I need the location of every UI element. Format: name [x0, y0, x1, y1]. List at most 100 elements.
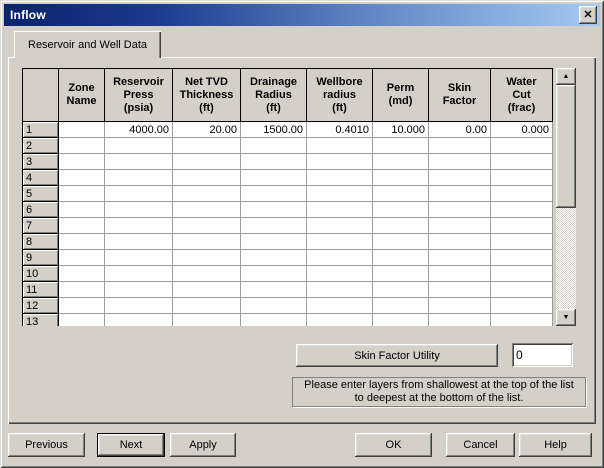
grid-cell[interactable]: [372, 153, 429, 170]
grid-cell[interactable]: [58, 169, 105, 186]
grid-cell[interactable]: [490, 233, 553, 250]
apply-button[interactable]: Apply: [170, 433, 236, 457]
next-button[interactable]: Next: [97, 433, 165, 457]
close-button[interactable]: ✕: [579, 6, 597, 24]
grid-cell[interactable]: [306, 233, 373, 250]
grid-cell[interactable]: [372, 217, 429, 234]
grid-cell[interactable]: [172, 249, 241, 266]
row-header[interactable]: 13: [22, 313, 59, 326]
grid-cell[interactable]: [490, 265, 553, 282]
grid-cell[interactable]: [58, 313, 105, 326]
grid-cell[interactable]: [428, 233, 491, 250]
grid-cell[interactable]: [490, 137, 553, 154]
grid-cell[interactable]: [306, 281, 373, 298]
grid-cell[interactable]: [172, 313, 241, 326]
row-header[interactable]: 11: [22, 281, 59, 298]
grid-cell[interactable]: [58, 217, 105, 234]
grid-cell[interactable]: [240, 201, 307, 218]
cancel-button[interactable]: Cancel: [446, 433, 515, 457]
grid-cell[interactable]: [306, 153, 373, 170]
previous-button[interactable]: Previous: [8, 433, 85, 457]
row-header[interactable]: 2: [22, 137, 59, 154]
row-header[interactable]: 9: [22, 249, 59, 266]
grid-cell[interactable]: [490, 185, 553, 202]
grid-cell[interactable]: [240, 153, 307, 170]
grid-cell[interactable]: [306, 217, 373, 234]
grid-cell[interactable]: [172, 201, 241, 218]
grid-cell[interactable]: [428, 281, 491, 298]
grid-cell[interactable]: [428, 313, 491, 326]
grid-cell[interactable]: 10.000: [372, 121, 429, 138]
grid-cell[interactable]: [372, 313, 429, 326]
grid-cell[interactable]: [240, 281, 307, 298]
grid-cell[interactable]: [240, 249, 307, 266]
grid-cell[interactable]: [172, 137, 241, 154]
help-button[interactable]: Help: [519, 433, 592, 457]
grid-cell[interactable]: [58, 185, 105, 202]
grid-cell[interactable]: [490, 281, 553, 298]
grid-cell[interactable]: [58, 265, 105, 282]
grid-cell[interactable]: [428, 153, 491, 170]
grid-cell[interactable]: [172, 217, 241, 234]
grid-cell[interactable]: [490, 169, 553, 186]
grid-cell[interactable]: [58, 281, 105, 298]
grid-cell[interactable]: [240, 217, 307, 234]
grid-cell[interactable]: 20.00: [172, 121, 241, 138]
grid-cell[interactable]: [104, 137, 173, 154]
grid-cell[interactable]: [490, 217, 553, 234]
grid-cell[interactable]: 1500.00: [240, 121, 307, 138]
grid-cell[interactable]: 0.4010: [306, 121, 373, 138]
grid-cell[interactable]: [240, 297, 307, 314]
grid-cell[interactable]: [372, 169, 429, 186]
grid-cell[interactable]: [372, 281, 429, 298]
tab-reservoir-and-well-data[interactable]: Reservoir and Well Data: [14, 31, 162, 58]
grid-cell[interactable]: [428, 137, 491, 154]
grid-cell[interactable]: [240, 137, 307, 154]
grid-cell[interactable]: [490, 153, 553, 170]
row-header[interactable]: 1: [22, 121, 59, 138]
skin-factor-utility-button[interactable]: Skin Factor Utility: [296, 344, 498, 367]
grid-cell[interactable]: [104, 297, 173, 314]
row-header[interactable]: 12: [22, 297, 59, 314]
grid-cell[interactable]: [428, 249, 491, 266]
grid-cell[interactable]: [428, 265, 491, 282]
row-header[interactable]: 7: [22, 217, 59, 234]
grid-cell[interactable]: 0.00: [428, 121, 491, 138]
scroll-up-button[interactable]: ▲: [556, 68, 576, 85]
grid-cell[interactable]: [306, 185, 373, 202]
grid-cell[interactable]: [428, 297, 491, 314]
vertical-scrollbar[interactable]: ▲ ▼: [556, 68, 576, 326]
grid-cell[interactable]: [372, 185, 429, 202]
grid-cell[interactable]: [104, 153, 173, 170]
grid-cell[interactable]: [240, 185, 307, 202]
grid-cell[interactable]: [306, 249, 373, 266]
grid-cell[interactable]: [104, 185, 173, 202]
grid-cell[interactable]: [372, 201, 429, 218]
grid-cell[interactable]: 0.000: [490, 121, 553, 138]
grid-cell[interactable]: [58, 297, 105, 314]
grid-cell[interactable]: [58, 121, 105, 138]
grid-cell[interactable]: [306, 265, 373, 282]
grid-cell[interactable]: [306, 169, 373, 186]
grid-cell[interactable]: [372, 265, 429, 282]
grid-cell[interactable]: [58, 201, 105, 218]
grid-cell[interactable]: [172, 233, 241, 250]
grid-cell[interactable]: [172, 169, 241, 186]
grid-cell[interactable]: 4000.00: [104, 121, 173, 138]
row-header[interactable]: 3: [22, 153, 59, 170]
grid-cell[interactable]: [104, 169, 173, 186]
scrollbar-thumb[interactable]: [556, 85, 576, 208]
row-header[interactable]: 8: [22, 233, 59, 250]
grid-cell[interactable]: [172, 185, 241, 202]
grid-cell[interactable]: [490, 201, 553, 218]
grid-cell[interactable]: [372, 249, 429, 266]
grid-cell[interactable]: [240, 313, 307, 326]
grid-cell[interactable]: [104, 281, 173, 298]
grid-cell[interactable]: [58, 137, 105, 154]
grid-cell[interactable]: [104, 201, 173, 218]
grid-cell[interactable]: [306, 313, 373, 326]
grid-cell[interactable]: [428, 185, 491, 202]
scrollbar-track[interactable]: [556, 85, 576, 309]
grid-cell[interactable]: [428, 169, 491, 186]
titlebar[interactable]: Inflow: [4, 4, 600, 26]
